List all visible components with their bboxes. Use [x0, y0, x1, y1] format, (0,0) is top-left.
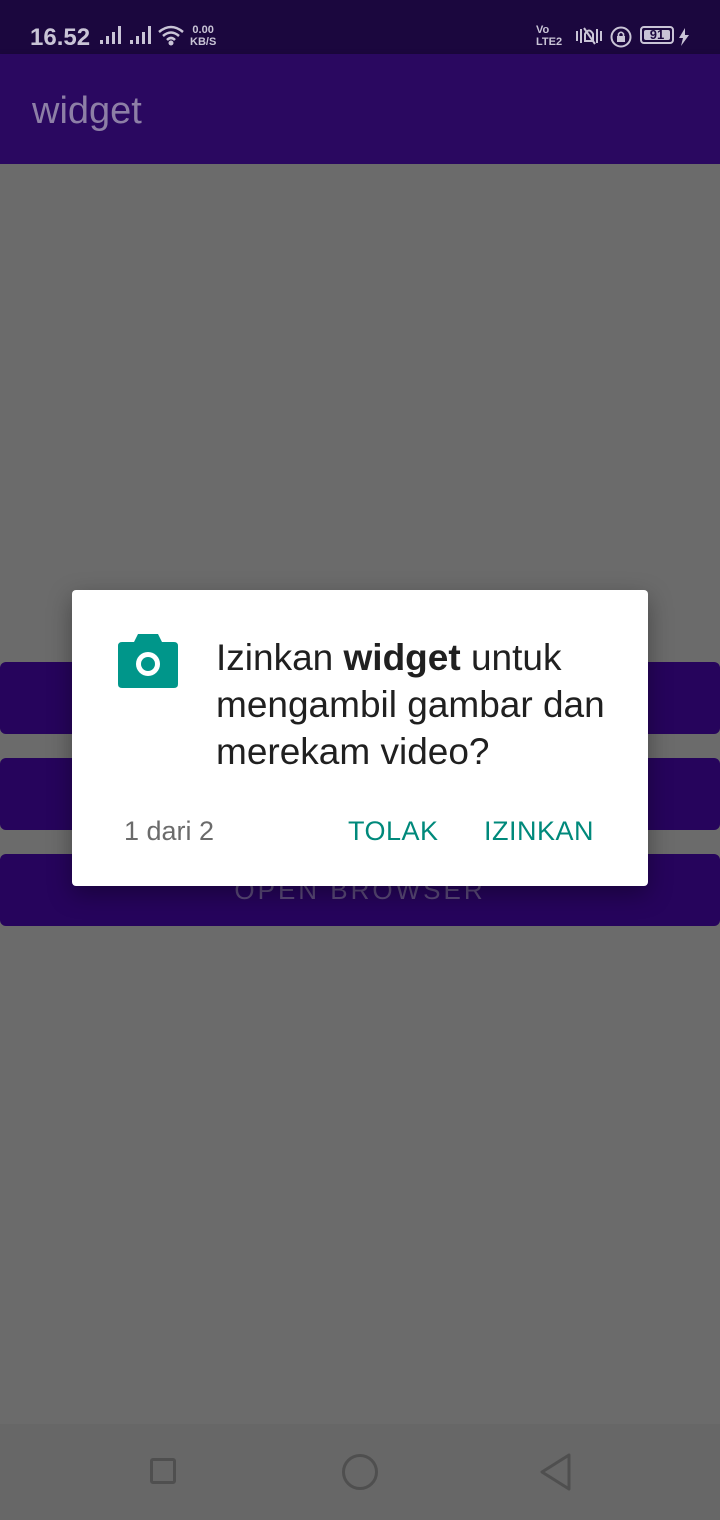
status-bar: 16.52 0.00 KB/S Vo LTE2 91 [0, 0, 720, 54]
dialog-message: Izinkan widget untuk mengambil gambar da… [216, 634, 616, 775]
home-circle-icon[interactable] [342, 1454, 378, 1490]
volte-top: Vo [536, 24, 550, 36]
permission-dialog: Izinkan widget untuk mengambil gambar da… [72, 590, 648, 886]
vibrate-icon [576, 27, 602, 45]
battery-icon: 91 [640, 26, 674, 44]
deny-button[interactable]: TOLAK [348, 816, 439, 847]
screen-lock-icon [610, 26, 632, 48]
volte-indicator: Vo LTE2 [536, 24, 562, 48]
camera-icon [118, 634, 178, 688]
app-title: widget [32, 90, 142, 132]
back-triangle-icon[interactable] [538, 1452, 572, 1492]
battery-level: 91 [649, 27, 665, 42]
network-speed: 0.00 KB/S [190, 24, 216, 48]
recents-square-icon[interactable] [150, 1458, 176, 1484]
dialog-message-app-name: widget [343, 637, 461, 678]
dialog-counter: 1 dari 2 [124, 816, 215, 846]
signal-icon [100, 26, 121, 44]
network-speed-value: 0.00 [192, 24, 214, 36]
wifi-icon [158, 25, 184, 46]
navigation-bar [0, 1424, 720, 1520]
allow-button[interactable]: IZINKAN [484, 816, 594, 847]
volte-bottom: LTE2 [536, 36, 563, 48]
network-speed-unit: KB/S [190, 36, 217, 48]
status-time: 16.52 [30, 24, 91, 51]
signal-icon-2 [130, 26, 151, 44]
app-bar: widget [0, 54, 720, 164]
dialog-message-prefix: Izinkan [216, 637, 344, 678]
charging-icon [679, 28, 689, 46]
